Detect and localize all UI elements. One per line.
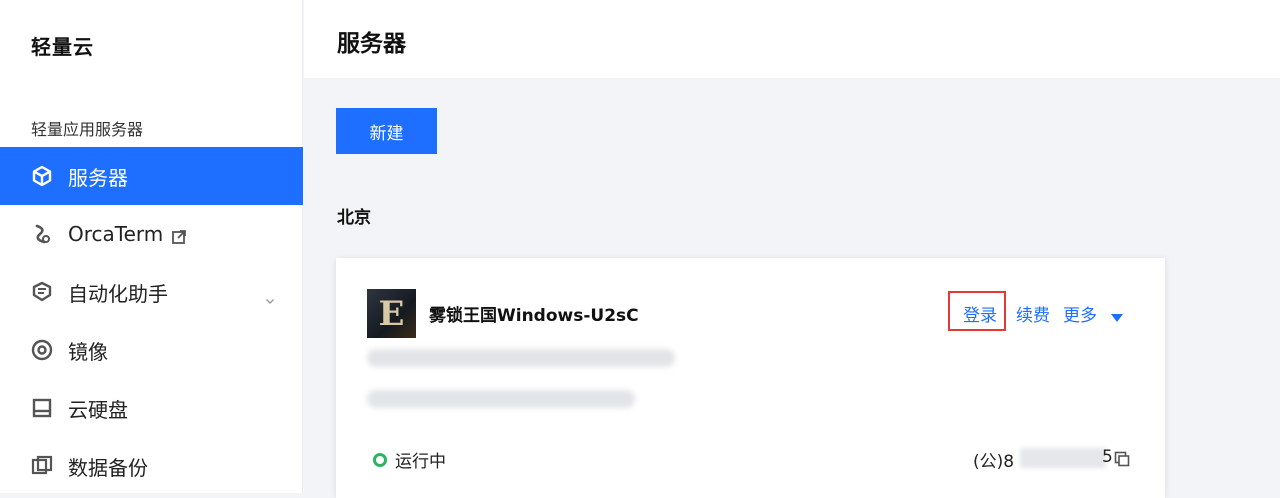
automation-icon [30, 280, 54, 304]
running-dot-icon [373, 452, 387, 467]
redacted-ip [1020, 448, 1106, 468]
sidebar-item-label: 镜像 [68, 339, 108, 364]
region-title: 北京 [337, 208, 371, 228]
status-indicator: 运行中 [373, 447, 446, 472]
sidebar-item-automation[interactable]: 自动化助手 [0, 263, 303, 321]
header: 服务器 [304, 0, 1280, 78]
server-name[interactable]: 雾锁王国Windows-U2sC [429, 301, 639, 326]
chevron-down-icon [265, 287, 275, 304]
copy-icon[interactable] [1114, 451, 1130, 467]
sidebar-item-label: 云硬盘 [68, 397, 128, 422]
renew-link[interactable]: 续费 [1016, 301, 1050, 326]
backup-icon [30, 454, 54, 478]
caret-down-icon [1111, 308, 1123, 327]
sidebar-section-title: 轻量应用服务器 [31, 120, 144, 139]
brand-title: 轻量云 [31, 35, 94, 59]
server-thumbnail: E [367, 289, 416, 338]
server-card: E 雾锁王国Windows-U2sC 登录 续费 更多 运行中 (公)8 5 [336, 258, 1165, 498]
sidebar-item-backup[interactable]: 数据备份 [0, 437, 303, 495]
sidebar-item-orcaterm[interactable]: OrcaTerm [0, 205, 303, 263]
public-ip-prefix: (公)8 [973, 452, 1015, 472]
redacted-info-line [367, 349, 675, 367]
sidebar-item-label: 数据备份 [68, 455, 148, 480]
cloud-disk-icon [30, 396, 54, 420]
sidebar-item-label: 自动化助手 [68, 281, 168, 306]
image-disc-icon [30, 338, 54, 362]
new-server-button[interactable]: 新建 [336, 108, 437, 154]
public-ip-suffix: 5 [1102, 447, 1113, 467]
more-dropdown[interactable]: 更多 [1063, 301, 1097, 326]
sidebar-item-label: 服务器 [68, 165, 128, 190]
sidebar: 轻量云 轻量应用服务器 服务器 OrcaTerm 自动化助手 镜像 云硬盘 数据… [0, 0, 303, 493]
page-title: 服务器 [337, 31, 406, 57]
orcaterm-icon [30, 222, 54, 246]
status-text: 运行中 [395, 452, 446, 472]
sidebar-item-label: OrcaTerm [68, 222, 164, 246]
sidebar-item-server[interactable]: 服务器 [0, 147, 303, 205]
server-cube-icon [30, 164, 54, 188]
redacted-info-line [367, 390, 635, 408]
sidebar-item-cloud-disk[interactable]: 云硬盘 [0, 379, 303, 437]
login-link[interactable]: 登录 [963, 301, 997, 326]
external-link-icon [171, 226, 187, 244]
sidebar-item-images[interactable]: 镜像 [0, 321, 303, 379]
